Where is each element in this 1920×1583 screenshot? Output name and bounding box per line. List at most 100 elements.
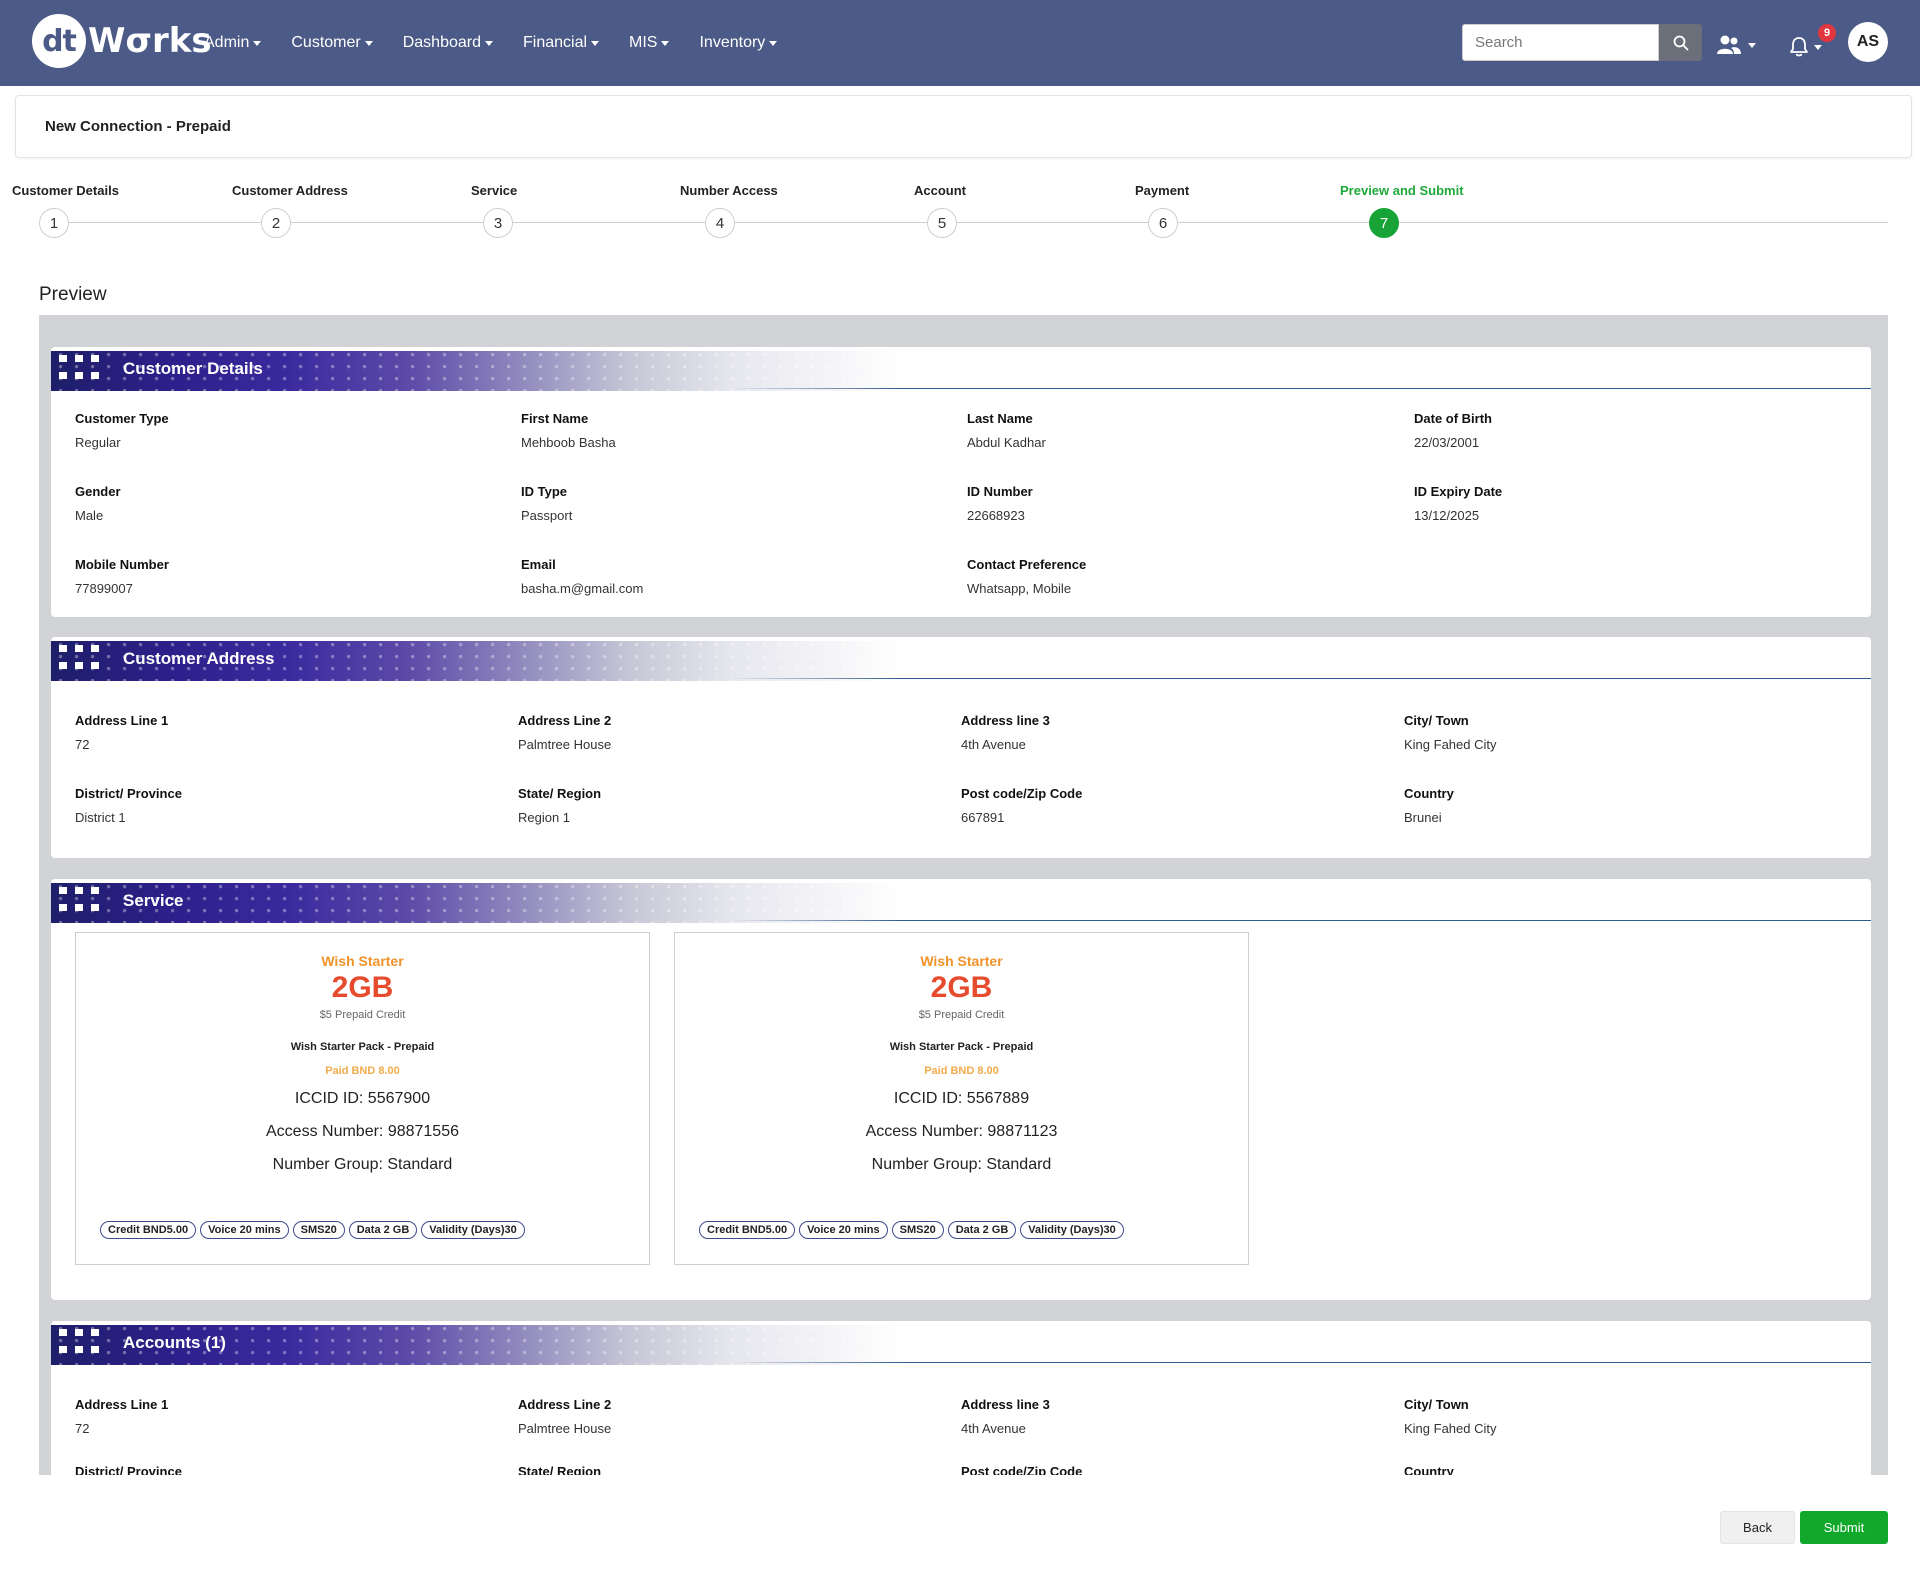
section-title: Customer Address bbox=[123, 649, 275, 668]
field-district-province: District/ Province District 1 bbox=[75, 786, 182, 825]
caret-down-icon bbox=[485, 40, 493, 46]
menu-mis[interactable]: MIS bbox=[629, 34, 670, 52]
field-gender: Gender Male bbox=[75, 484, 121, 523]
plan-credit: $5 Prepaid Credit bbox=[918, 1009, 1005, 1021]
field-label: Post code/Zip Code bbox=[961, 1464, 1083, 1475]
step-label: Customer Details bbox=[12, 183, 119, 198]
field-label: First Name bbox=[521, 411, 589, 426]
grid-dots-icon bbox=[59, 645, 101, 673]
field-value: basha.m@gmail.com bbox=[521, 581, 644, 596]
plan-credit: $5 Prepaid Credit bbox=[319, 1009, 406, 1021]
menu-label: Customer bbox=[291, 34, 361, 51]
notifications-button[interactable] bbox=[1788, 36, 1822, 58]
menu-customer[interactable]: Customer bbox=[291, 34, 373, 52]
field-label: State/ Region bbox=[518, 1464, 602, 1475]
customer-details-section: Customer Details Customer Type Regular Fi… bbox=[51, 347, 1871, 617]
field-post-code: Post code/Zip Code 667891 bbox=[961, 786, 1082, 825]
field-address-line-3: Address line 3 4th Avenue bbox=[961, 1397, 1050, 1436]
section-title: Service bbox=[123, 891, 184, 910]
field-address-line-3: Address line 3 4th Avenue bbox=[961, 713, 1050, 752]
field-label: Mobile Number bbox=[75, 557, 169, 572]
step-number[interactable]: 4 bbox=[705, 208, 735, 238]
submit-button[interactable]: Submit bbox=[1800, 1511, 1888, 1544]
section-title: Accounts (1) bbox=[123, 1333, 226, 1352]
tag-data: Data 2 GB bbox=[348, 1221, 418, 1239]
plan-data: 2GB bbox=[331, 971, 394, 1004]
plan-name: Wish Starter bbox=[321, 953, 404, 969]
field-label: Address line 3 bbox=[961, 1397, 1050, 1412]
back-button[interactable]: Back bbox=[1720, 1511, 1795, 1544]
logo-text: Wσrks bbox=[88, 21, 212, 61]
plan-paid: Paid BND 8.00 bbox=[325, 1065, 400, 1077]
menu-label: Dashboard bbox=[402, 34, 481, 51]
field-value: Brunei bbox=[1404, 810, 1442, 825]
field-value: Male bbox=[75, 508, 104, 523]
field-label: Contact Preference bbox=[967, 557, 1087, 572]
page-title-card: New Connection - Prepaid bbox=[15, 95, 1912, 158]
menu-financial[interactable]: Financial bbox=[523, 34, 600, 52]
number-group: Number Group: Standard bbox=[272, 1156, 453, 1173]
field-value: District 1 bbox=[75, 810, 126, 825]
field-label: Date of Birth bbox=[1414, 411, 1492, 426]
app-logo[interactable]: dt Wσrks bbox=[32, 14, 212, 68]
field-address-line-1: Address Line 1 72 bbox=[75, 1397, 168, 1436]
top-navbar: dt Wσrks Admin Customer Dashboard Financ… bbox=[0, 0, 1920, 86]
caret-down-icon bbox=[364, 40, 373, 46]
access-number: Access Number: 98871123 bbox=[865, 1123, 1058, 1140]
preview-heading: Preview bbox=[39, 284, 107, 305]
step-number[interactable]: 6 bbox=[1148, 208, 1178, 238]
field-label: City/ Town bbox=[1404, 713, 1469, 728]
service-section: Service Wish Starter 2GB $5 Prepaid Cred… bbox=[51, 879, 1871, 1300]
field-email: Email basha.m@gmail.com bbox=[521, 557, 643, 596]
service-card[interactable]: Wish Starter 2GB $5 Prepaid Credit Wish … bbox=[674, 932, 1249, 1265]
field-value: Regular bbox=[75, 435, 121, 450]
field-last-name: Last Name Abdul Kadhar bbox=[967, 411, 1046, 450]
customer-address-section: Customer Address Address Line 1 72 Addres… bbox=[51, 637, 1871, 858]
field-address-line-1: Address Line 1 72 bbox=[75, 713, 168, 752]
plan-name: Wish Starter bbox=[920, 953, 1003, 969]
step-number[interactable]: 5 bbox=[927, 208, 957, 238]
field-id-number: ID Number 22668923 bbox=[967, 484, 1033, 523]
field-label: Address Line 1 bbox=[75, 713, 169, 728]
field-value: Passport bbox=[521, 508, 573, 523]
users-menu-button[interactable] bbox=[1716, 34, 1756, 56]
menu-inventory[interactable]: Inventory bbox=[699, 34, 778, 52]
step-number[interactable]: 2 bbox=[261, 208, 291, 238]
user-avatar[interactable]: AS bbox=[1848, 22, 1888, 62]
caret-down-icon bbox=[769, 40, 778, 46]
step-number[interactable]: 7 bbox=[1369, 208, 1399, 238]
grid-dots-icon bbox=[59, 1329, 101, 1357]
field-label: ID Expiry Date bbox=[1414, 484, 1503, 499]
field-id-type: ID Type Passport bbox=[521, 484, 572, 523]
field-value: Mehboob Basha bbox=[521, 435, 616, 450]
field-label: City/ Town bbox=[1404, 1397, 1469, 1412]
field-value: 72 bbox=[75, 737, 90, 752]
plan-pack: Wish Starter Pack - Prepaid bbox=[290, 1041, 435, 1053]
step-number[interactable]: 1 bbox=[39, 208, 69, 238]
field-label: Country bbox=[1404, 1464, 1454, 1475]
tag-voice: Voice 20 mins bbox=[200, 1221, 289, 1239]
field-value: 22/03/2001 bbox=[1414, 435, 1480, 450]
field-post-code: Post code/Zip Code bbox=[961, 1464, 1082, 1475]
search-button[interactable] bbox=[1659, 24, 1702, 61]
iccid: ICCID ID: 5567900 bbox=[294, 1090, 431, 1107]
menu-dashboard[interactable]: Dashboard bbox=[403, 34, 493, 52]
field-value: King Fahed City bbox=[1404, 1421, 1497, 1436]
field-id-expiry-date: ID Expiry Date 13/12/2025 bbox=[1414, 484, 1502, 523]
step-label: Account bbox=[914, 183, 966, 198]
menu-label: Admin bbox=[204, 34, 250, 51]
accounts-section: Accounts (1) Address Line 1 72 Address Li… bbox=[51, 1321, 1871, 1475]
tag-credit: Credit BND5.00 bbox=[699, 1221, 796, 1239]
preview-scroll-area[interactable]: Customer Details Customer Type Regular Fi… bbox=[39, 315, 1888, 1475]
search-input[interactable] bbox=[1462, 24, 1659, 61]
service-card[interactable]: Wish Starter 2GB $5 Prepaid Credit Wish … bbox=[75, 932, 650, 1265]
field-value: Palmtree House bbox=[518, 737, 612, 752]
number-group: Number Group: Standard bbox=[871, 1156, 1052, 1173]
step-number[interactable]: 3 bbox=[483, 208, 513, 238]
field-label: Email bbox=[521, 557, 556, 572]
menu-admin[interactable]: Admin bbox=[204, 34, 262, 52]
tag-sms: SMS20 bbox=[292, 1221, 345, 1239]
field-address-line-2: Address Line 2 Palmtree House bbox=[518, 1397, 611, 1436]
field-address-line-2: Address Line 2 Palmtree House bbox=[518, 713, 611, 752]
plan-data: 2GB bbox=[930, 971, 993, 1004]
